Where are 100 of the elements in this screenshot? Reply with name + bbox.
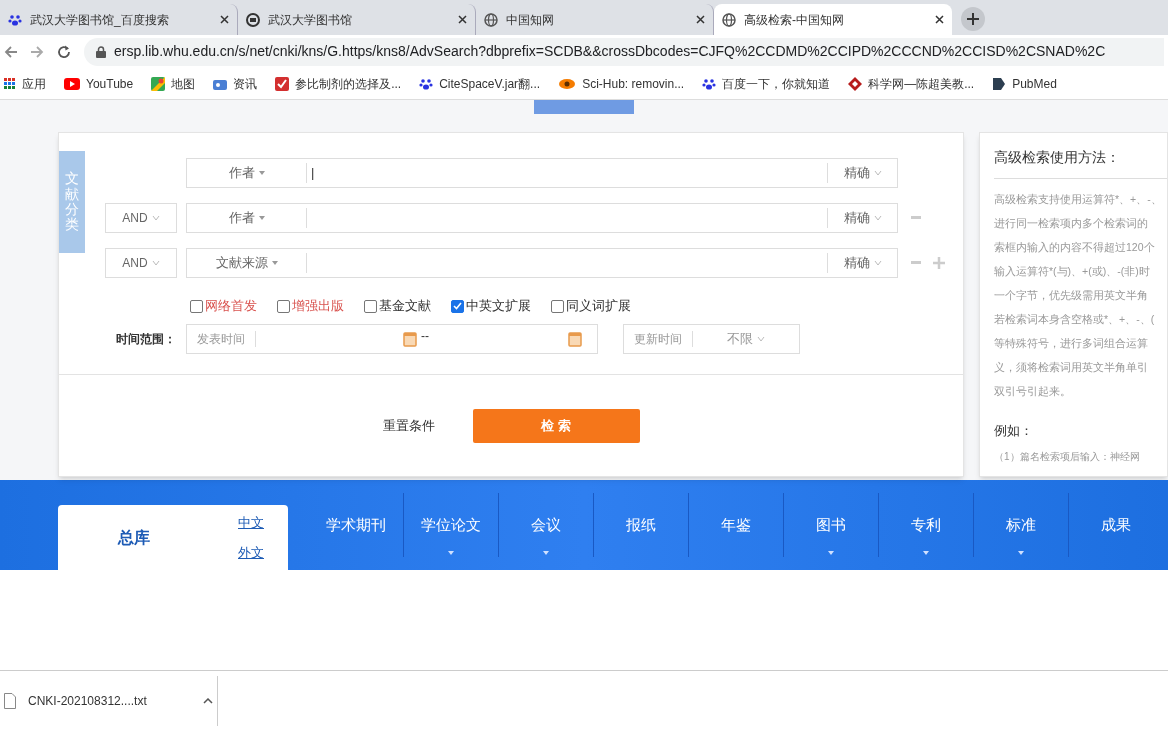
database-tab[interactable]: 专利 <box>878 493 973 557</box>
file-icon <box>4 692 16 709</box>
close-icon[interactable] <box>220 15 229 24</box>
checkbox[interactable] <box>364 299 377 313</box>
tab-title: 高级检索-中国知网 <box>744 11 845 29</box>
arrow-icon <box>992 76 1007 91</box>
paw-icon <box>702 76 717 91</box>
bookmark[interactable]: PubMed <box>992 74 1057 93</box>
back-icon[interactable] <box>4 44 18 59</box>
bookmark[interactable]: 百度一下，你就知道 <box>702 74 831 93</box>
help-text-line: 高级检索支持使用运算符*、+、-、 <box>994 192 1163 207</box>
example-title: 例如： <box>994 422 1034 440</box>
caret-icon <box>543 551 549 555</box>
option-label: 中英文扩展 <box>466 297 531 316</box>
caret-icon <box>151 260 160 266</box>
field-select[interactable]: 作者 <box>187 208 307 228</box>
match-select[interactable]: 精确 <box>827 163 897 183</box>
field-select[interactable]: 作者 <box>187 163 307 183</box>
logic-select[interactable]: AND <box>105 248 177 278</box>
tab-title: 中国知网 <box>506 11 555 29</box>
download-item[interactable]: CNKI-202108312....txt <box>0 675 218 726</box>
reset-button[interactable]: 重置条件 <box>382 415 435 436</box>
logic-select[interactable]: AND <box>105 203 177 233</box>
caret-icon <box>873 260 882 266</box>
chevron-icon[interactable] <box>203 697 213 704</box>
tab-title: 武汉大学图书馆_百度搜索 <box>30 11 170 29</box>
address-bar[interactable]: ersp.lib.whu.edu.cn/s/net/cnki/kns/G.https/kns8/AdvSearch?dbprefix=SCDB&&crossDbcodes=CJFQ%2CCDMD%2CCIPD%2CCCND%2CCISD%2CSNAD%2C <box>84 37 1164 66</box>
bookmark[interactable]: 参比制剂的选择及... <box>275 74 402 93</box>
option-label: 基金文献 <box>379 297 431 316</box>
forward-icon[interactable] <box>30 44 44 59</box>
caret-icon <box>873 170 882 176</box>
match-select[interactable]: 精确 <box>827 208 897 228</box>
apps-icon <box>4 77 16 90</box>
new-tab-icon[interactable] <box>960 6 986 32</box>
range-separator: -- <box>421 327 430 345</box>
database-tab[interactable]: 报纸 <box>593 493 688 557</box>
language-link[interactable]: 中文 <box>238 513 264 533</box>
bookmark[interactable]: Sci-Hub: removin... <box>558 74 685 93</box>
checkbox[interactable] <box>190 299 203 313</box>
caret-icon <box>271 261 278 265</box>
language-link[interactable]: 外文 <box>238 542 264 562</box>
calendar-icon[interactable] <box>403 330 417 347</box>
url-text: ersp.lib.whu.edu.cn/s/net/cnki/kns/G.https/kns8/AdvSearch?dbprefix=SCDB&&crossDbcodes=CJFQ%2CCDMD%2CCIPD%2CCCND%2CCISD%2CSNAD%2C <box>114 42 1106 61</box>
eye-icon <box>558 77 577 90</box>
search-field[interactable]: 作者 | 精确 <box>186 158 898 188</box>
emblem-icon <box>246 12 260 27</box>
caret-icon <box>757 335 765 342</box>
help-text-line: 进行同一检索项内多个检索词的 <box>994 216 1149 231</box>
caret-icon <box>258 171 265 175</box>
database-tab[interactable]: 成果 <box>1068 493 1163 557</box>
caret-icon <box>448 551 454 555</box>
database-tab[interactable]: 会议 <box>498 493 593 557</box>
tab-title: 武汉大学图书馆 <box>268 11 353 29</box>
play-icon <box>64 77 80 90</box>
close-icon[interactable] <box>935 15 944 24</box>
database-tab[interactable]: 学术期刊 <box>308 493 403 557</box>
bookmark[interactable]: 资讯 <box>213 74 258 93</box>
match-select[interactable]: 精确 <box>827 253 897 273</box>
help-text-line: 输入运算符*(与)、+(或)、-(非)时 <box>994 264 1151 279</box>
globe-icon <box>722 12 736 27</box>
database-tab[interactable]: 标准 <box>973 493 1068 557</box>
bookmark[interactable]: 地图 <box>151 74 196 93</box>
caret-icon <box>151 215 160 221</box>
help-title: 高级检索使用方法： <box>994 133 1167 179</box>
option-label: 同义词扩展 <box>566 297 631 316</box>
database-tab[interactable]: 年鉴 <box>688 493 783 557</box>
caret-icon <box>923 551 929 555</box>
bookmark[interactable]: CiteSpaceV.jar翻... <box>419 74 541 93</box>
checkbox[interactable] <box>551 299 564 313</box>
caret-icon <box>258 216 265 220</box>
reload-icon[interactable] <box>56 43 72 60</box>
example-text: （1）篇名检索项后输入：神经网 <box>994 449 1141 464</box>
help-text-line: 若检索词本身含空格或*、+、-、( <box>994 312 1156 327</box>
caret-icon <box>873 215 882 221</box>
main-database-tab[interactable]: 总库 中文 外文 <box>58 505 288 570</box>
close-icon[interactable] <box>696 15 705 24</box>
option-label: 网络首发 <box>205 297 257 316</box>
field-select[interactable]: 文献来源 <box>187 253 307 273</box>
bookmark[interactable]: 科学网—陈超美教... <box>848 74 975 93</box>
bookmark[interactable]: YouTube <box>64 74 134 93</box>
database-tab[interactable]: 学位论文 <box>403 493 498 557</box>
date-range-field[interactable]: 发表时间 -- <box>186 323 598 354</box>
help-text-line: 等特殊符号，进行多词组合运算 <box>994 336 1149 351</box>
diamond-icon <box>848 76 863 91</box>
search-field[interactable]: 文献来源 精确 <box>186 248 898 278</box>
browser-tab[interactable]: 高级检索-中国知网 <box>714 4 952 35</box>
close-icon[interactable] <box>458 15 467 24</box>
help-text-line: 义，须将检索词用英文半角单引 <box>994 360 1149 375</box>
caret-icon <box>828 551 834 555</box>
database-tab[interactable]: 图书 <box>783 493 878 557</box>
checkbox[interactable] <box>451 299 464 313</box>
paw-icon <box>8 12 22 27</box>
calendar-icon[interactable] <box>568 330 582 347</box>
paw-icon <box>419 76 434 91</box>
check-icon <box>275 76 290 91</box>
caret-icon <box>1018 551 1024 555</box>
bookmark[interactable]: 应用 <box>4 74 46 93</box>
lock-icon <box>96 45 106 58</box>
checkbox[interactable] <box>277 299 290 313</box>
search-field[interactable]: 作者 精确 <box>186 203 898 233</box>
